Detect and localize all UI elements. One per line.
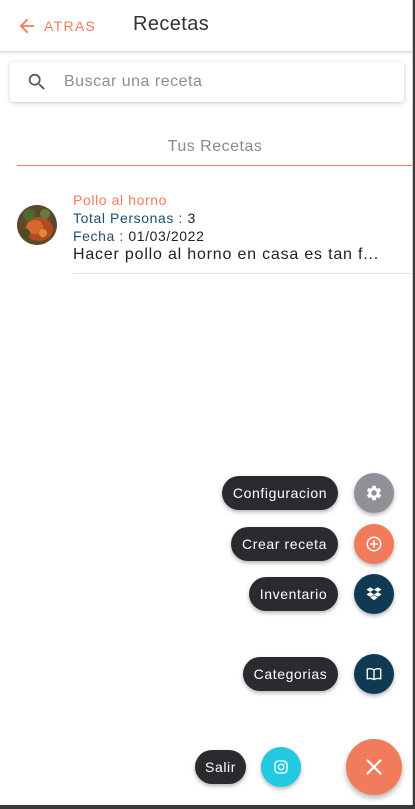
recipe-details: Pollo al horno Total Personas : 3 Fecha … [73, 191, 412, 265]
food-image [17, 205, 57, 245]
back-button[interactable]: ATRAS [16, 12, 96, 40]
speed-dial-crear-receta: Crear receta [231, 524, 394, 564]
configuracion-label-button[interactable]: Configuracion [222, 476, 338, 510]
recipe-name: Pollo al horno [73, 192, 168, 208]
search-bar [10, 62, 404, 102]
salir-button[interactable] [261, 747, 301, 787]
book-icon [366, 667, 382, 681]
persons-value: 3 [187, 210, 196, 226]
categorias-button[interactable] [354, 654, 394, 694]
recipe-description: Hacer pollo al horno en casa es tan f... [73, 246, 379, 263]
top-app-bar: ATRAS Recetas [0, 0, 412, 52]
salir-label-button[interactable]: Salir [195, 750, 246, 784]
categorias-label-button[interactable]: Categorias [243, 657, 338, 691]
recipe-list-item[interactable]: Pollo al horno Total Personas : 3 Fecha … [0, 186, 412, 274]
search-input[interactable] [64, 67, 384, 97]
back-button-label: ATRAS [44, 18, 97, 34]
speed-dial-categorias: Categorias [243, 654, 394, 694]
date-value: 01/03/2022 [128, 228, 205, 244]
gear-icon [366, 485, 382, 501]
list-divider [73, 273, 412, 274]
inventario-button[interactable] [354, 574, 394, 614]
recipe-date: Fecha : 01/03/2022 [73, 227, 412, 245]
recipe-persons: Total Personas : 3 [73, 209, 412, 227]
speed-dial-inventario: Inventario [249, 574, 394, 614]
recipe-avatar [17, 205, 57, 245]
crear-receta-button[interactable] [354, 524, 394, 564]
page-title: Recetas [133, 13, 210, 35]
close-icon [366, 759, 382, 775]
date-label: Fecha : [73, 228, 129, 244]
add-circle-icon [366, 536, 382, 552]
app-screen: ATRAS Recetas Tus Recetas Pollo al ho [0, 0, 413, 805]
dropbox-icon [366, 587, 382, 601]
search-icon [28, 73, 45, 90]
arrow-left-icon [19, 18, 35, 34]
persons-label: Total Personas : [73, 210, 188, 226]
configuracion-button[interactable] [354, 473, 394, 513]
inventario-label-button[interactable]: Inventario [249, 577, 338, 611]
tab-tus-recetas[interactable]: Tus Recetas [17, 128, 412, 166]
speed-dial-configuracion: Configuracion [222, 473, 394, 513]
instagram-icon [274, 760, 288, 774]
crear-receta-label-button[interactable]: Crear receta [231, 527, 338, 561]
speed-dial-close-button[interactable] [346, 739, 402, 795]
speed-dial-salir: Salir [195, 747, 301, 787]
tab-label: Tus Recetas [167, 137, 263, 155]
